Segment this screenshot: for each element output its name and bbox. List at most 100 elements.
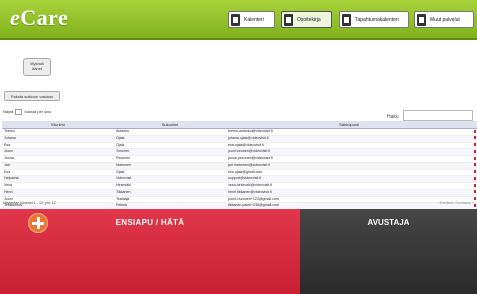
delete-icon[interactable] bbox=[474, 197, 476, 201]
cell-email: support@videovisit.fi bbox=[226, 175, 472, 183]
cell-email: eko.ojala@gmail.com bbox=[226, 169, 472, 177]
column-header-actions bbox=[472, 121, 477, 129]
cell-email: jouni.turunen@videovisit.fi bbox=[226, 148, 472, 156]
cell-email: joona.pesonen@videovisit.fi bbox=[226, 155, 472, 163]
delete-icon[interactable] bbox=[474, 143, 476, 147]
search-input[interactable] bbox=[403, 110, 473, 121]
delete-cell bbox=[472, 169, 477, 177]
page-size-select[interactable] bbox=[15, 109, 23, 115]
delete-cell bbox=[472, 128, 477, 136]
delete-cell bbox=[472, 142, 477, 150]
column-header-firstname[interactable]: Etunimi bbox=[2, 121, 114, 129]
table-info: Näytetään tulokset 1 - 12, yht. 12 bbox=[3, 201, 56, 205]
app-window: eCare Kalenteri Osoitekirja Tapahtumakal… bbox=[0, 0, 477, 294]
delete-icon[interactable] bbox=[474, 136, 476, 140]
delete-icon[interactable] bbox=[474, 176, 476, 180]
delete-icon[interactable] bbox=[474, 149, 476, 153]
nav-services-label: Muut palvelut bbox=[430, 16, 460, 23]
table-row[interactable]: Helpdesk Videovisit support@videovisit.fi bbox=[2, 175, 477, 183]
nav-calendar-button[interactable]: Kalenteri bbox=[228, 11, 275, 28]
cell-firstname: Joona bbox=[2, 155, 114, 163]
table-row[interactable]: Jouni Turunen jouni.turunen@videovisit.fi bbox=[2, 148, 477, 156]
cell-lastname: Turunen bbox=[114, 148, 226, 156]
logo-name: Care bbox=[20, 5, 69, 30]
table-row[interactable]: Henri Tikkanen henri.tikkanen@videovisit.f… bbox=[2, 189, 477, 197]
nav-event-calendar-label: Tapahtumakalenteri bbox=[355, 16, 399, 23]
pagination[interactable]: ‹ Edellinen Seuraava › bbox=[437, 201, 473, 205]
table-row[interactable]: Juhana Ojala juhana.ojala@videovisit.fi bbox=[2, 135, 477, 143]
nav-calendar-label: Kalenteri bbox=[244, 16, 264, 23]
delete-cell bbox=[472, 162, 477, 170]
cell-firstname: Henri bbox=[2, 189, 114, 197]
addressbook-icon bbox=[284, 13, 293, 26]
delete-icon[interactable] bbox=[474, 163, 476, 167]
toolbar-area bbox=[0, 40, 477, 80]
app-logo: eCare bbox=[10, 5, 68, 31]
cell-lastname: Pesonen bbox=[114, 155, 226, 163]
cell-email: jari.mahonen@videovisit.fi bbox=[226, 162, 472, 170]
emergency-button[interactable]: ENSIAPU / HÄTÄ bbox=[0, 209, 300, 294]
delete-cell bbox=[472, 175, 477, 183]
logo-prefix: e bbox=[10, 5, 21, 30]
calendar-icon bbox=[231, 13, 240, 26]
delete-cell bbox=[472, 148, 477, 156]
cell-lastname: Hirsimäki bbox=[114, 182, 226, 190]
assistant-button[interactable]: AVUSTAJA bbox=[300, 209, 477, 294]
mute-button[interactable]: Mykistä äänet bbox=[23, 58, 51, 76]
delete-cell bbox=[472, 182, 477, 190]
search-label: Haku bbox=[387, 114, 399, 120]
cell-lastname: Ojala bbox=[114, 135, 226, 143]
nav-addressbook-label: Osoitekirja bbox=[297, 16, 321, 23]
delete-icon[interactable] bbox=[474, 203, 476, 207]
contacts-table: Etunimi Sukunimi Sähköposti Teemu Aulanko… bbox=[2, 121, 477, 210]
table-body: Teemu Aulanko teemu.aulanko@videovisit.fi J… bbox=[2, 128, 477, 210]
table-row[interactable]: Jouni Testaaja jouni.t.turunen+123@gmail.c… bbox=[2, 196, 477, 204]
delete-icon[interactable] bbox=[474, 190, 476, 194]
cell-firstname: Jari bbox=[2, 162, 114, 170]
delete-cell bbox=[472, 155, 477, 163]
nav-services-button[interactable]: Muut palvelut bbox=[414, 11, 474, 28]
cell-firstname: Juhana bbox=[2, 135, 114, 143]
cell-email: vesa.hirsimaki@videovisit.fi bbox=[226, 182, 472, 190]
delete-cell bbox=[472, 135, 477, 143]
show-prefix: Näytä bbox=[3, 109, 14, 115]
delete-icon[interactable] bbox=[474, 183, 476, 187]
table-row[interactable]: Vesa Hirsimäki vesa.hirsimaki@videovisit.f… bbox=[2, 182, 477, 190]
delete-icon[interactable] bbox=[474, 129, 476, 133]
column-header-lastname[interactable]: Sukunimi bbox=[114, 121, 226, 129]
bottom-bar: ENSIAPU / HÄTÄ AVUSTAJA bbox=[0, 209, 477, 294]
auto-answer-button[interactable]: Paksta soittoon vastaus bbox=[4, 91, 60, 101]
cell-firstname: Vesa bbox=[2, 182, 114, 190]
table-row[interactable]: Joona Pesonen joona.pesonen@videovisit.fi bbox=[2, 155, 477, 163]
table-row[interactable]: Esa Ojala esa.ojala@videovisit.fi bbox=[2, 142, 477, 150]
cell-firstname: Esa bbox=[2, 142, 114, 150]
nav-addressbook-button[interactable]: Osoitekirja bbox=[281, 11, 332, 28]
services-icon bbox=[417, 13, 426, 26]
cell-lastname: Tikkanen bbox=[114, 189, 226, 197]
emergency-label: ENSIAPU / HÄTÄ bbox=[115, 218, 185, 227]
table-row[interactable]: Teemu Aulanko teemu.aulanko@videovisit.fi bbox=[2, 128, 477, 136]
table-row[interactable]: Esa Ojala eko.ojala@gmail.com bbox=[2, 169, 477, 177]
show-suffix: tulosta per sivu bbox=[24, 109, 52, 115]
mute-button-line2: äänet bbox=[31, 66, 42, 71]
cell-email: esa.ojala@videovisit.fi bbox=[226, 142, 472, 150]
cell-email: juhana.ojala@videovisit.fi bbox=[226, 135, 472, 143]
cell-lastname: Ojala bbox=[114, 169, 226, 177]
delete-icon[interactable] bbox=[474, 156, 476, 160]
page-size-selector: Näytä tulosta per sivu bbox=[3, 109, 51, 115]
cell-lastname: Ojala bbox=[114, 142, 226, 150]
event-calendar-icon bbox=[342, 13, 351, 26]
cell-firstname: Helpdesk bbox=[2, 175, 114, 183]
cell-email: teemu.aulanko@videovisit.fi bbox=[226, 128, 472, 136]
assistant-label: AVUSTAJA bbox=[367, 218, 410, 227]
cell-lastname: Videovisit bbox=[114, 175, 226, 183]
table-header-row: Etunimi Sukunimi Sähköposti bbox=[2, 121, 477, 129]
cell-email: jouni.t.turunen+123@gmail.com bbox=[226, 196, 472, 204]
cell-lastname: Mahonen bbox=[114, 162, 226, 170]
table-row[interactable]: Jari Mahonen jari.mahonen@videovisit.fi bbox=[2, 162, 477, 170]
cell-firstname: Esa bbox=[2, 169, 114, 177]
column-header-email[interactable]: Sähköposti bbox=[226, 121, 472, 129]
delete-icon[interactable] bbox=[474, 170, 476, 174]
nav-event-calendar-button[interactable]: Tapahtumakalenteri bbox=[339, 11, 409, 28]
delete-cell bbox=[472, 189, 477, 197]
